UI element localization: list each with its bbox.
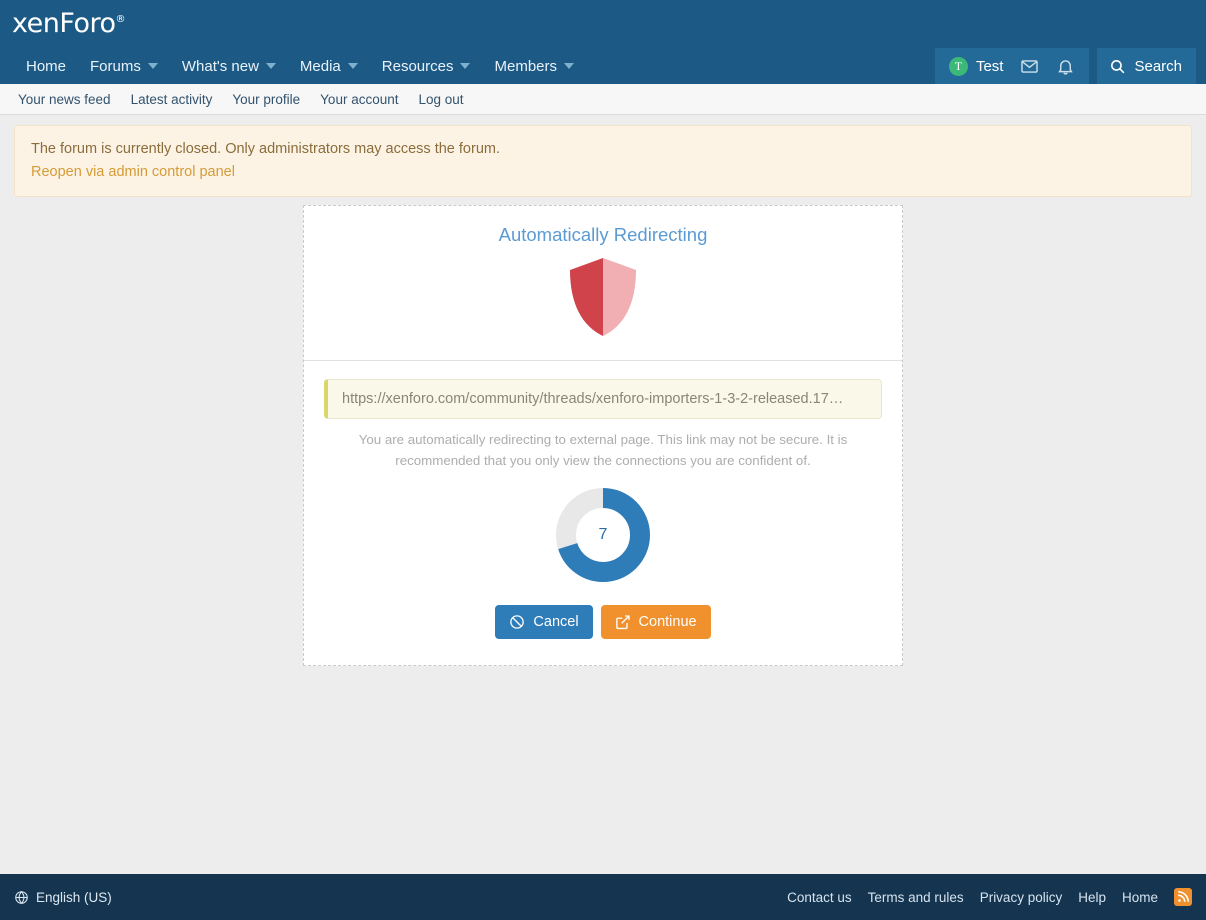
- footer-link-terms-and-rules[interactable]: Terms and rules: [868, 890, 964, 905]
- shield-icon: [570, 258, 636, 337]
- envelope-icon: [1021, 59, 1038, 73]
- subnav-item-news-feed[interactable]: Your news feed: [10, 88, 119, 111]
- shield-wrap: [304, 256, 902, 338]
- site-logo[interactable]: xenForo®: [12, 8, 125, 39]
- search-button[interactable]: Search: [1097, 48, 1196, 84]
- forum-closed-notice: The forum is currently closed. Only admi…: [14, 125, 1192, 198]
- site-header: xenForo® Home Forums What's new Media Re…: [0, 0, 1206, 84]
- account-menu-button[interactable]: T Test: [941, 48, 1012, 84]
- footer-links: Contact us Terms and rules Privacy polic…: [787, 888, 1192, 906]
- subnav-item-latest-activity[interactable]: Latest activity: [123, 88, 221, 111]
- footer-link-help[interactable]: Help: [1078, 890, 1106, 905]
- logo-text: xenForo: [12, 8, 116, 39]
- language-label: English (US): [36, 889, 112, 905]
- subnav-item-your-profile[interactable]: Your profile: [224, 88, 308, 111]
- logo-registered-mark: ®: [115, 14, 126, 25]
- nav-item-label: Forums: [90, 57, 141, 75]
- language-chooser[interactable]: English (US): [14, 890, 112, 905]
- external-link-icon: [615, 615, 630, 630]
- countdown-timer: 7: [555, 487, 651, 583]
- nav-item-home[interactable]: Home: [14, 50, 78, 83]
- redirect-panel: Automatically Redirecting https://xenfor…: [303, 205, 903, 667]
- chevron-down-icon[interactable]: [147, 63, 158, 69]
- page-root: xenForo® Home Forums What's new Media Re…: [0, 0, 1206, 920]
- redirect-actions: Cancel Continue: [324, 605, 882, 640]
- redirect-panel-body: https://xenforo.com/community/threads/xe…: [304, 361, 902, 665]
- subnav-item-your-account[interactable]: Your account: [312, 88, 406, 111]
- search-icon: [1111, 59, 1125, 73]
- redirect-panel-header: Automatically Redirecting: [304, 206, 902, 362]
- secondary-nav: Your news feed Latest activity Your prof…: [0, 84, 1206, 115]
- footer-link-contact-us[interactable]: Contact us: [787, 890, 852, 905]
- chevron-down-icon[interactable]: [460, 63, 471, 69]
- continue-button-label: Continue: [638, 614, 697, 631]
- nav-item-label: Home: [26, 57, 67, 75]
- page-title: Automatically Redirecting: [498, 224, 708, 246]
- bell-icon: [1058, 59, 1073, 75]
- account-username: Test: [975, 57, 1004, 75]
- footer-link-home[interactable]: Home: [1122, 890, 1158, 905]
- inbox-button[interactable]: [1011, 48, 1047, 84]
- header-user-area: T Test Search: [934, 48, 1196, 84]
- rss-icon: [1178, 891, 1189, 902]
- subnav-item-log-out[interactable]: Log out: [410, 88, 471, 111]
- search-label: Search: [1134, 57, 1182, 75]
- avatar: T: [948, 56, 968, 76]
- destination-url[interactable]: https://xenforo.com/community/threads/xe…: [324, 379, 882, 420]
- footer-link-privacy-policy[interactable]: Privacy policy: [980, 890, 1063, 905]
- redirect-panel-wrap: Automatically Redirecting https://xenfor…: [14, 205, 1192, 667]
- nav-item-label: Resources: [381, 57, 454, 75]
- nav-item-forums[interactable]: Forums: [78, 50, 170, 83]
- notice-message: The forum is currently closed. Only admi…: [31, 141, 500, 157]
- nav-item-whats-new[interactable]: What's new: [170, 50, 288, 83]
- main-content: The forum is currently closed. Only admi…: [0, 115, 1206, 874]
- chevron-down-icon[interactable]: [265, 63, 276, 69]
- globe-icon: [15, 890, 28, 904]
- cancel-button-label: Cancel: [533, 614, 579, 631]
- redirect-description: You are automatically redirecting to ext…: [358, 432, 848, 468]
- cancel-button[interactable]: Cancel: [495, 605, 593, 640]
- no-entry-icon: [510, 615, 525, 630]
- account-controls: T Test: [934, 48, 1090, 84]
- nav-item-label: Members: [494, 57, 557, 75]
- countdown-wrap: 7: [324, 487, 882, 583]
- alerts-button[interactable]: [1047, 48, 1083, 84]
- nav-item-media[interactable]: Media: [288, 50, 370, 83]
- rss-button[interactable]: [1174, 888, 1192, 906]
- site-footer: English (US) Contact us Terms and rules …: [0, 874, 1206, 920]
- nav-item-resources[interactable]: Resources: [370, 50, 483, 83]
- countdown-value: 7: [598, 526, 608, 544]
- chevron-down-icon[interactable]: [564, 63, 574, 69]
- nav-item-label: What's new: [181, 57, 259, 75]
- continue-button[interactable]: Continue: [600, 605, 711, 640]
- notice-reopen-link[interactable]: Reopen via admin control panel: [31, 162, 1175, 183]
- nav-item-members[interactable]: Members: [482, 50, 586, 83]
- nav-item-label: Media: [299, 57, 341, 75]
- chevron-down-icon[interactable]: [347, 63, 358, 69]
